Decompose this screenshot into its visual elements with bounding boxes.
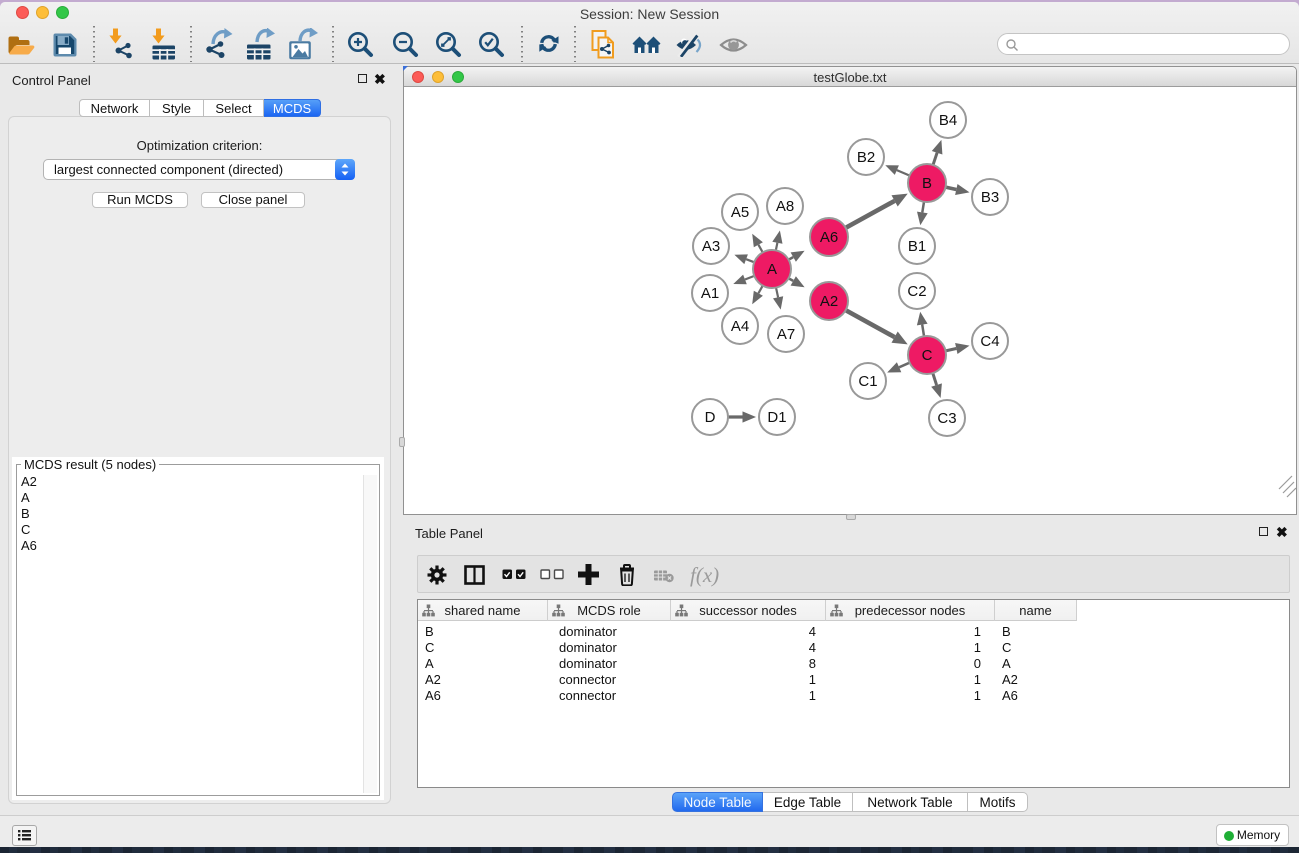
svg-text:C3: C3 (937, 410, 956, 427)
svg-text:C4: C4 (980, 333, 999, 350)
svg-text:C2: C2 (907, 283, 926, 300)
svg-text:B1: B1 (908, 238, 926, 255)
svg-text:B4: B4 (939, 112, 957, 129)
svg-text:D: D (705, 409, 716, 426)
svg-text:f(x): f(x) (690, 563, 719, 587)
svg-text:A6: A6 (820, 229, 838, 246)
svg-text:A8: A8 (776, 198, 794, 215)
svg-text:D1: D1 (767, 409, 786, 426)
svg-text:A5: A5 (731, 204, 749, 221)
svg-text:B2: B2 (857, 149, 875, 166)
svg-text:A1: A1 (701, 285, 719, 302)
svg-text:A: A (767, 261, 777, 278)
svg-text:A4: A4 (731, 318, 749, 335)
svg-text:A7: A7 (777, 326, 795, 343)
svg-text:A3: A3 (702, 238, 720, 255)
svg-text:C: C (922, 347, 933, 364)
svg-text:B3: B3 (981, 189, 999, 206)
svg-text:C1: C1 (858, 373, 877, 390)
svg-text:B: B (922, 175, 932, 192)
svg-text:A2: A2 (820, 293, 838, 310)
